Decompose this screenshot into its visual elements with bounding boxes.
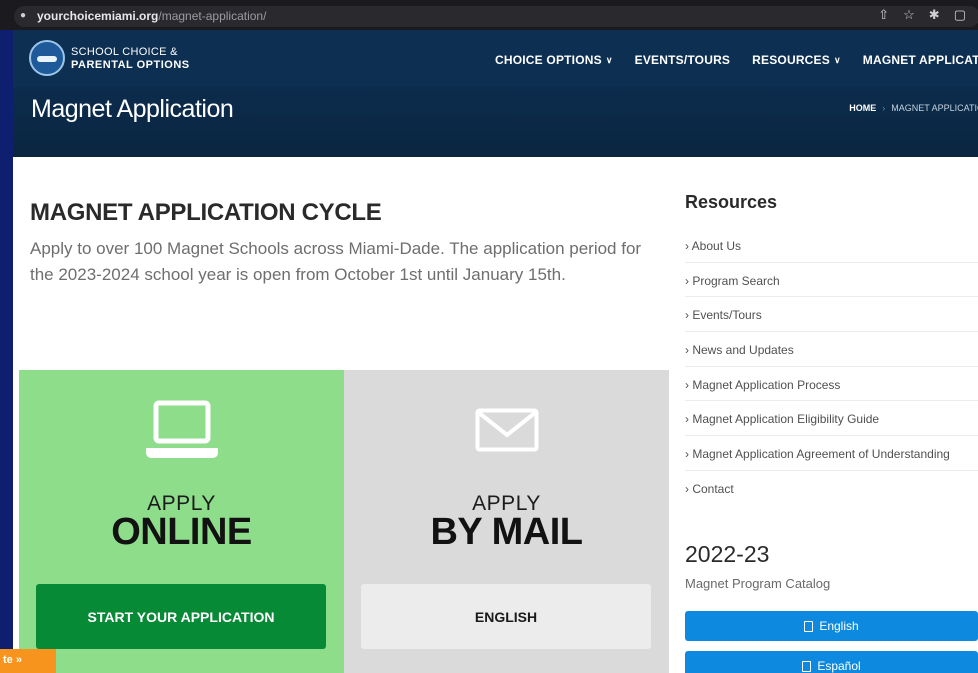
resource-link-application-process[interactable]: › Magnet Application Process: [685, 367, 978, 402]
intro-text: Apply to over 100 Magnet Schools across …: [30, 239, 642, 284]
nav-label: MAGNET APPLICATION: [862, 53, 978, 67]
apply-by-mail-tile: APPLY BY MAIL ENGLISH: [344, 370, 669, 673]
breadcrumb-home[interactable]: HOME: [849, 103, 876, 113]
nav-events-tours[interactable]: EVENTS/TOURS: [635, 53, 731, 67]
translate-tab[interactable]: te »: [0, 649, 56, 673]
url-path: /magnet-application/: [158, 9, 267, 23]
chevron-down-icon: ∨: [605, 54, 613, 65]
section-heading: MAGNET APPLICATION CYCLE: [30, 199, 382, 226]
content-area: MAGNET APPLICATION CYCLE Apply to over 1…: [13, 157, 978, 673]
page-title-band: Magnet Application HOME › MAGNET APPLICATI…: [13, 87, 978, 157]
browser-toolbar: ● yourchoicemiami.org/magnet-application…: [0, 0, 978, 30]
breadcrumb-current: MAGNET APPLICATIO: [891, 103, 978, 113]
resources-list: › About Us › Program Search › Events/Tou…: [685, 228, 978, 506]
logo-icon[interactable]: [29, 40, 65, 76]
page-title: Magnet Application: [31, 95, 234, 123]
pdf-icon: [804, 620, 814, 632]
logo-text-line1[interactable]: SCHOOL CHOICE &: [71, 46, 178, 58]
main-nav: CHOICE OPTIONS ∨ EVENTS/TOURS RESOURCES ∨ …: [495, 53, 978, 67]
breadcrumb-separator-icon: ›: [882, 103, 886, 113]
resource-link-contact[interactable]: › Contact: [685, 471, 978, 506]
resource-link-program-search[interactable]: › Program Search: [685, 263, 978, 298]
star-icon[interactable]: ☆: [903, 7, 915, 23]
nav-label: RESOURCES: [752, 53, 830, 67]
catalog-year: 2022-23: [685, 541, 770, 567]
resource-link-about-us[interactable]: › About Us: [685, 228, 978, 263]
browser-actions: ⇧ ☆ ✱ ▢: [878, 7, 966, 23]
resource-link-news-updates[interactable]: › News and Updates: [685, 332, 978, 367]
nav-choice-options[interactable]: CHOICE OPTIONS ∨: [495, 53, 613, 67]
apply-method-label: BY MAIL: [430, 511, 583, 553]
apply-method-label: ONLINE: [111, 511, 252, 553]
start-application-button[interactable]: START YOUR APPLICATION: [36, 584, 326, 649]
catalog-english-button[interactable]: English: [685, 611, 978, 641]
nav-label: CHOICE OPTIONS: [495, 53, 602, 67]
resource-link-eligibility-guide[interactable]: › Magnet Application Eligibility Guide: [685, 401, 978, 437]
pdf-icon: [802, 660, 812, 672]
sidepanel-icon[interactable]: ▢: [954, 7, 966, 23]
url-text[interactable]: yourchoicemiami.org/magnet-application/: [37, 9, 266, 23]
resources-title: Resources: [685, 192, 778, 212]
catalog-label: Magnet Program Catalog: [685, 576, 831, 591]
button-label: Español: [817, 659, 861, 673]
resource-link-events-tours[interactable]: › Events/Tours: [685, 297, 978, 333]
mail-english-button[interactable]: ENGLISH: [361, 584, 651, 649]
nav-magnet-application[interactable]: MAGNET APPLICATION: [863, 53, 978, 67]
nav-resources[interactable]: RESOURCES ∨: [752, 53, 841, 67]
lock-icon[interactable]: ●: [20, 10, 30, 22]
envelope-icon: [475, 408, 539, 452]
share-icon[interactable]: ⇧: [878, 7, 889, 23]
site-header: SCHOOL CHOICE & PARENTAL OPTIONS CHOICE …: [13, 30, 978, 87]
logo-text-line2[interactable]: PARENTAL OPTIONS: [71, 59, 190, 71]
resource-link-agreement[interactable]: › Magnet Application Agreement of Unders…: [685, 436, 978, 471]
url-host: yourchoicemiami.org: [37, 9, 159, 23]
breadcrumb: HOME › MAGNET APPLICATIO: [849, 103, 978, 113]
catalog-spanish-button[interactable]: Español: [685, 651, 978, 673]
extensions-icon[interactable]: ✱: [929, 7, 940, 23]
chevron-down-icon: ∨: [833, 54, 841, 65]
nav-label: EVENTS/TOURS: [634, 53, 731, 67]
laptop-icon: [146, 400, 218, 458]
page: ● yourchoicemiami.org/magnet-application…: [0, 0, 978, 673]
button-label: English: [819, 619, 859, 633]
apply-online-tile: APPLY ONLINE START YOUR APPLICATION: [19, 370, 344, 673]
